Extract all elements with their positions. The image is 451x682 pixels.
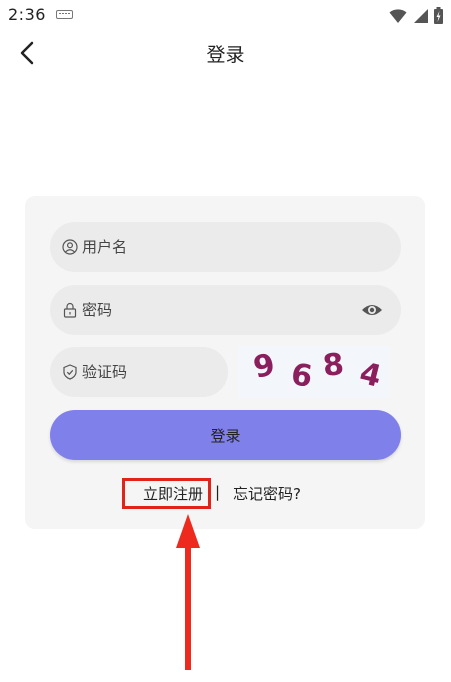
login-button[interactable]: 登录 xyxy=(50,410,401,460)
captcha-char: 8 xyxy=(321,346,351,384)
status-bar: 2:36 xyxy=(0,0,451,32)
captcha-char: 9 xyxy=(250,346,284,386)
wifi-icon xyxy=(389,8,407,23)
captcha-text: 9 68 4 xyxy=(250,346,390,396)
user-icon xyxy=(62,239,78,255)
status-icons xyxy=(389,7,443,24)
forgot-password-link[interactable]: 忘记密码? xyxy=(233,483,301,504)
link-separator: | xyxy=(215,483,221,501)
signal-icon xyxy=(414,8,428,23)
captcha-char: 4 xyxy=(356,356,390,396)
annotation-highlight-box xyxy=(122,478,211,509)
eye-icon[interactable] xyxy=(361,300,383,320)
page-title: 登录 xyxy=(206,44,245,66)
password-input[interactable] xyxy=(82,301,282,319)
login-card: 9684 登录 立即注册 | 忘记密码? xyxy=(25,196,425,529)
lock-icon xyxy=(62,302,78,318)
username-input[interactable] xyxy=(82,238,282,256)
status-time: 2:36 xyxy=(8,5,46,24)
password-field[interactable] xyxy=(50,285,401,335)
captcha-char: 6 xyxy=(289,357,320,395)
battery-charging-icon xyxy=(434,7,443,24)
annotation-arrow-icon xyxy=(176,514,200,670)
auth-links: 立即注册 | 忘记密码? xyxy=(25,478,425,509)
shield-icon xyxy=(62,364,78,380)
captcha-image[interactable]: 9 68 4 xyxy=(238,346,390,398)
keyboard-icon xyxy=(56,10,73,19)
username-field[interactable] xyxy=(50,222,401,272)
captcha-field[interactable] xyxy=(50,347,276,397)
